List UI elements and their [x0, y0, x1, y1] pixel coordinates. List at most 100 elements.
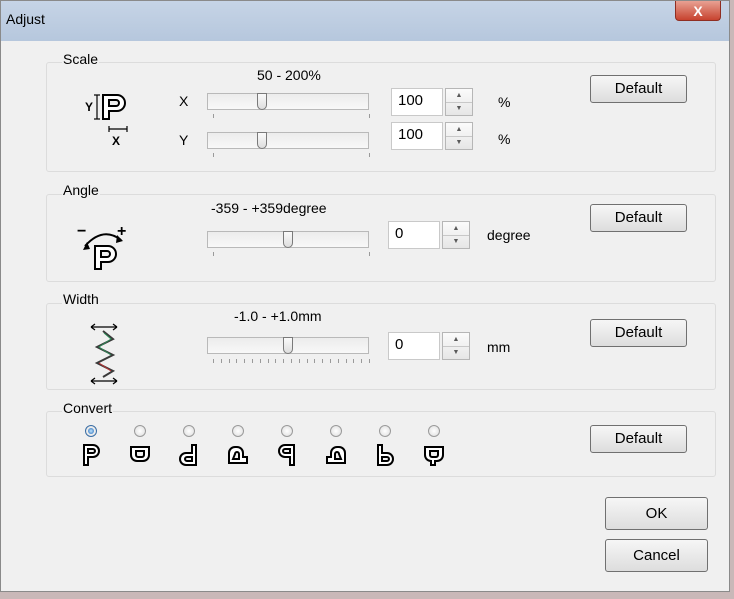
- scale-group-label: Scale: [62, 51, 100, 67]
- convert-radio-p-normal[interactable]: [85, 425, 97, 437]
- angle-spin-buttons[interactable]: ▲ ▼: [442, 221, 470, 249]
- scale-y-ticks: [207, 153, 370, 157]
- scale-x-ticks: [207, 114, 370, 118]
- convert-radio-p-flip-horizontal-d[interactable]: [183, 425, 195, 437]
- p-rotate-180-icon[interactable]: [423, 443, 445, 467]
- slider-tick: [275, 359, 277, 363]
- slider-tick: [369, 359, 370, 363]
- slider-tick: [337, 359, 339, 363]
- scale-y-slider[interactable]: [207, 132, 369, 149]
- scale-y-axis-label: Y: [179, 132, 189, 148]
- ok-button[interactable]: OK: [605, 497, 708, 530]
- slider-tick: [353, 359, 355, 363]
- slider-tick: [228, 359, 230, 363]
- width-default-button[interactable]: Default: [590, 319, 687, 347]
- slider-tick: [298, 359, 300, 363]
- slider-tick: [259, 359, 261, 363]
- cancel-button[interactable]: Cancel: [605, 539, 708, 572]
- spin-up-icon[interactable]: ▲: [446, 123, 472, 137]
- p-normal-glyph: [83, 444, 100, 466]
- window-title: Adjust: [6, 11, 45, 27]
- convert-radio-p-mirror-b[interactable]: [379, 425, 391, 437]
- scale-range-label: 50 - 200%: [257, 67, 321, 83]
- p-flip-vertical-glyph: [130, 446, 150, 462]
- rotate-p-icon: − +: [77, 223, 126, 270]
- p-rotate-right-icon[interactable]: [325, 443, 347, 467]
- width-input[interactable]: 0: [388, 332, 440, 360]
- spin-down-icon[interactable]: ▼: [443, 346, 469, 359]
- angle-default-button[interactable]: Default: [590, 204, 687, 232]
- p-mirror-q-glyph: [278, 444, 295, 466]
- svg-text:X: X: [112, 134, 120, 148]
- spin-up-icon[interactable]: ▲: [443, 222, 469, 236]
- close-button[interactable]: X: [675, 1, 721, 21]
- width-spin-buttons[interactable]: ▲ ▼: [442, 332, 470, 360]
- spin-down-icon[interactable]: ▼: [446, 102, 472, 115]
- angle-range-label: -359 - +359degree: [211, 200, 327, 216]
- slider-tick: [267, 359, 269, 363]
- p-rotate-right-glyph: [326, 446, 346, 464]
- angle-stepper[interactable]: 0 ▲ ▼: [388, 221, 474, 249]
- slider-tick: [345, 359, 347, 363]
- p-rotate-left-glyph: [228, 446, 248, 464]
- p-flip-horizontal-d-glyph: [179, 444, 197, 466]
- slider-tick: [330, 359, 331, 363]
- slider-tick: [252, 359, 253, 363]
- scale-x-spin-buttons[interactable]: ▲ ▼: [445, 88, 473, 116]
- width-unit: mm: [487, 339, 511, 355]
- slider-tick: [322, 359, 324, 363]
- width-slider-thumb[interactable]: [283, 337, 293, 354]
- scale-default-button[interactable]: Default: [590, 75, 687, 103]
- convert-radio-p-rotate-left[interactable]: [232, 425, 244, 437]
- scale-x-stepper[interactable]: 100 ▲ ▼: [391, 88, 477, 116]
- spin-up-icon[interactable]: ▲: [443, 333, 469, 347]
- width-stepper[interactable]: 0 ▲ ▼: [388, 332, 474, 360]
- scale-y-spin-buttons[interactable]: ▲ ▼: [445, 122, 473, 150]
- convert-radio-p-flip-vertical[interactable]: [134, 425, 146, 437]
- p-rotate-left-icon[interactable]: [227, 443, 249, 467]
- slider-tick: [220, 359, 222, 363]
- p-flip-vertical-icon[interactable]: [129, 443, 151, 467]
- title-bar[interactable]: Adjust X: [1, 1, 729, 41]
- scale-x-axis-label: X: [179, 93, 189, 109]
- scale-y-input[interactable]: 100: [391, 122, 443, 150]
- slider-tick: [213, 359, 214, 363]
- scale-x-slider[interactable]: [207, 93, 369, 110]
- p-normal-icon[interactable]: [80, 443, 102, 467]
- angle-group-label: Angle: [62, 182, 100, 198]
- slider-tick: [283, 359, 285, 363]
- convert-radio-p-mirror-q[interactable]: [281, 425, 293, 437]
- spin-up-icon[interactable]: ▲: [446, 89, 472, 103]
- width-ticks: [207, 359, 370, 363]
- slider-tick: [236, 359, 238, 363]
- svg-text:−: −: [77, 223, 86, 240]
- angle-input[interactable]: 0: [388, 221, 440, 249]
- convert-radio-p-rotate-180[interactable]: [428, 425, 440, 437]
- p-mirror-q-icon[interactable]: [276, 443, 298, 467]
- scale-y-slider-thumb[interactable]: [257, 132, 268, 149]
- slider-tick: [306, 359, 308, 363]
- scale-y-stepper[interactable]: 100 ▲ ▼: [391, 122, 477, 150]
- scale-x-unit: %: [498, 94, 511, 110]
- angle-unit: degree: [487, 227, 531, 243]
- slider-tick: [314, 359, 316, 363]
- convert-default-button[interactable]: Default: [590, 425, 687, 453]
- width-group-label: Width: [62, 291, 100, 307]
- spin-down-icon[interactable]: ▼: [443, 235, 469, 248]
- slider-tick: [244, 359, 246, 363]
- p-rotate-180-glyph: [424, 446, 444, 466]
- scale-x-input[interactable]: 100: [391, 88, 443, 116]
- p-flip-horizontal-d-icon[interactable]: [178, 443, 200, 467]
- scale-x-slider-thumb[interactable]: [257, 93, 268, 110]
- adjust-dialog: Adjust X Scale 50 - 200% Y X X 100 ▲ ▼ %…: [0, 0, 730, 592]
- convert-group-label: Convert: [62, 400, 114, 416]
- slider-tick: [291, 359, 292, 363]
- p-mirror-b-icon[interactable]: [374, 443, 396, 467]
- angle-slider-thumb[interactable]: [283, 231, 293, 248]
- width-range-label: -1.0 - +1.0mm: [234, 308, 322, 324]
- svg-text:Y: Y: [85, 100, 93, 114]
- scale-p-icon: Y X: [85, 94, 128, 148]
- convert-radio-p-rotate-right[interactable]: [330, 425, 342, 437]
- scale-y-unit: %: [498, 131, 511, 147]
- spin-down-icon[interactable]: ▼: [446, 136, 472, 149]
